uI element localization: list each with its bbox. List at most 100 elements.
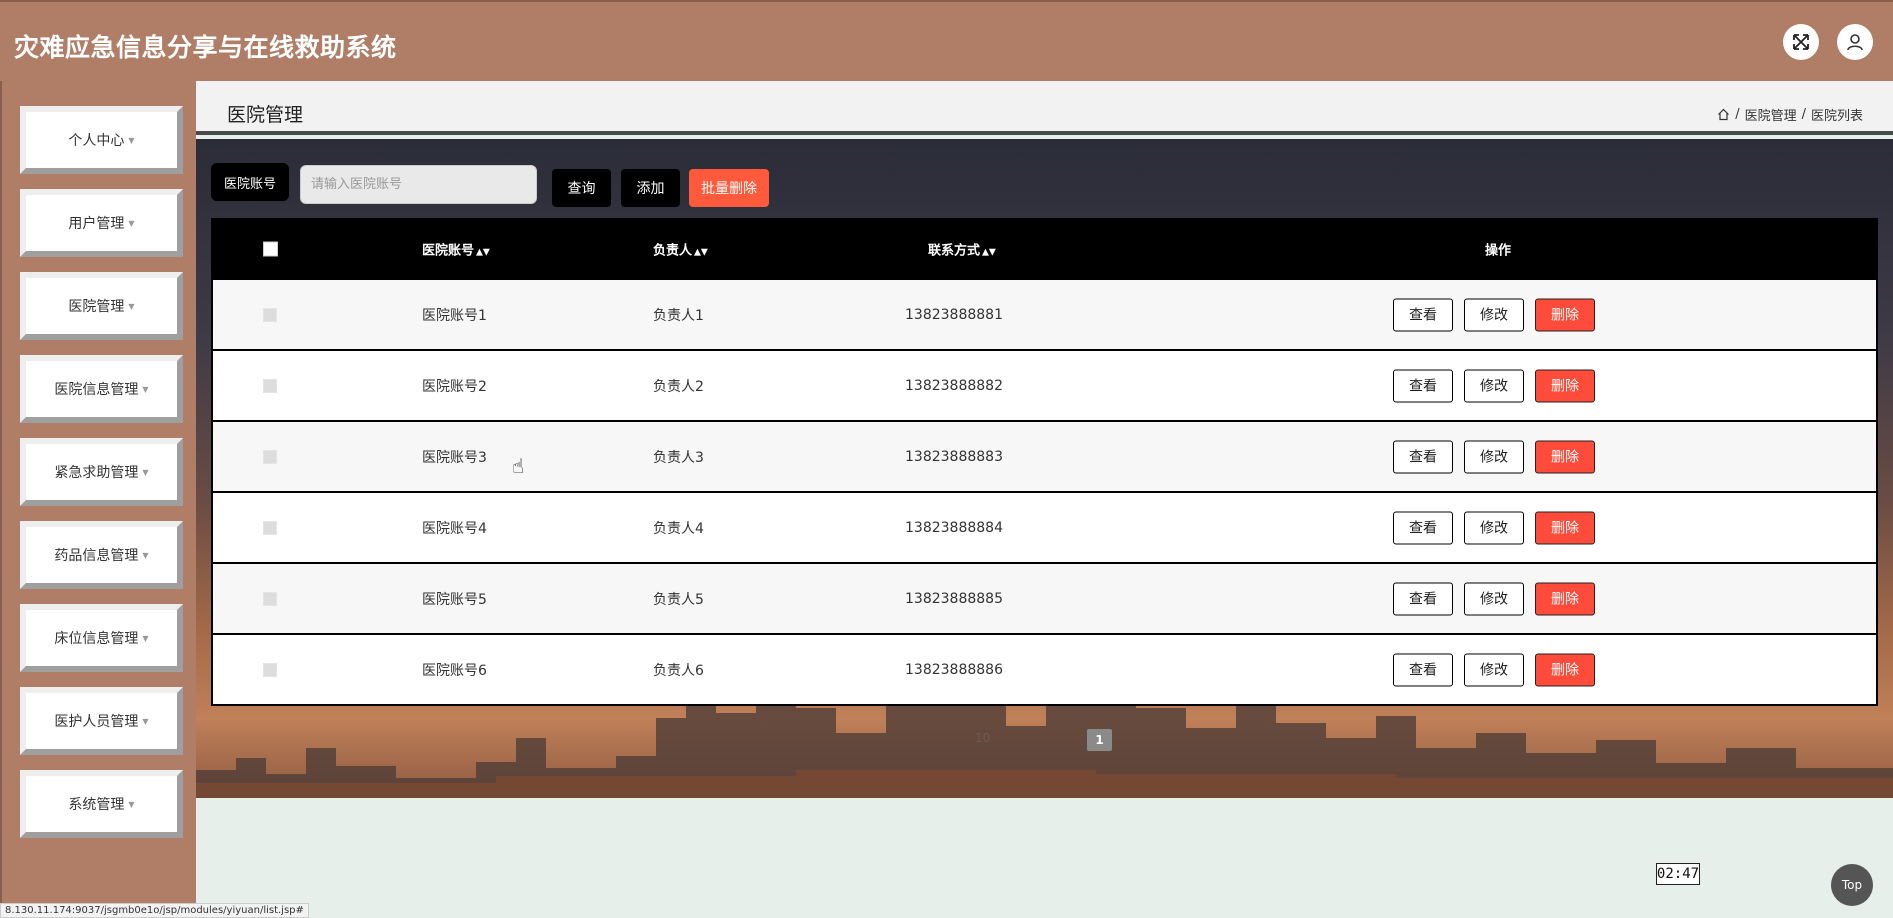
column-header-actions: 操作 [1485, 243, 1512, 259]
table-row: 医院账号5 负责人5 13823888885 查看 修改 删除 [213, 562, 1876, 633]
cell-phone: 13823888882 [905, 377, 1003, 394]
edit-button[interactable]: 修改 [1464, 298, 1524, 331]
edit-button[interactable]: 修改 [1464, 511, 1524, 544]
sidebar-item-medical-staff[interactable]: 医护人员管理 ▼ [20, 687, 183, 755]
chevron-down-icon: ▼ [128, 301, 135, 311]
table-row: 医院账号6 负责人6 13823888886 查看 修改 删除 [213, 633, 1876, 704]
hand-cursor-icon: ☝ [512, 454, 525, 478]
sidebar-item-beds[interactable]: 床位信息管理 ▼ [20, 604, 183, 672]
edit-button[interactable]: 修改 [1464, 369, 1524, 402]
app-title: 灾难应急信息分享与在线救助系统 [14, 33, 397, 62]
cell-owner: 负责人5 [653, 591, 704, 608]
view-button[interactable]: 查看 [1393, 440, 1453, 473]
page-title: 医院管理 [227, 104, 304, 126]
cell-account: 医院账号3 [422, 449, 487, 466]
view-button[interactable]: 查看 [1393, 298, 1453, 331]
table-row: 医院账号2 负责人2 13823888882 查看 修改 删除 [213, 349, 1876, 420]
sort-icon: ▲▼ [982, 247, 996, 258]
cell-phone: 13823888884 [905, 519, 1003, 536]
account-label: 医院账号 [211, 163, 289, 201]
delete-button[interactable]: 删除 [1535, 369, 1595, 402]
user-icon [1847, 34, 1863, 51]
sidebar: 个人中心 ▼ 用户管理 ▼ 医院管理 ▼ 医院信息管理 ▼ 紧急求助管理 ▼ 药品信息管理… [0, 81, 196, 918]
view-button[interactable]: 查看 [1393, 511, 1453, 544]
top-header: 灾难应急信息分享与在线救助系统 [0, 0, 1893, 81]
row-checkbox[interactable] [263, 662, 277, 677]
chevron-down-icon: ▼ [142, 467, 149, 477]
column-header-phone[interactable]: 联系方式 ▲▼ [928, 240, 996, 259]
cell-account: 医院账号2 [422, 378, 487, 395]
view-button[interactable]: 查看 [1393, 582, 1453, 615]
cell-phone: 13823888881 [905, 306, 1003, 323]
table-header: 医院账号 ▲▼ 负责人 ▲▼ 联系方式 ▲▼ 操作 [213, 220, 1876, 278]
delete-button[interactable]: 删除 [1535, 298, 1595, 331]
row-checkbox[interactable] [263, 520, 277, 535]
chevron-down-icon: ▼ [128, 799, 135, 809]
view-button[interactable]: 查看 [1393, 369, 1453, 402]
breadcrumb: / 医院管理 / 医院列表 [1717, 105, 1863, 124]
delete-button[interactable]: 删除 [1535, 440, 1595, 473]
pagination-page-current[interactable]: 1 [1087, 729, 1112, 751]
batch-delete-button[interactable]: 批量删除 [689, 169, 769, 207]
query-button[interactable]: 查询 [552, 169, 611, 207]
chevron-down-icon: ▼ [128, 135, 135, 145]
table-row: 医院账号1 负责人1 13823888881 查看 修改 删除 [213, 278, 1876, 349]
edit-button[interactable]: 修改 [1464, 653, 1524, 686]
page-size-select[interactable]: 10 [975, 731, 990, 745]
chevron-down-icon: ▼ [142, 716, 149, 726]
row-checkbox[interactable] [263, 449, 277, 464]
cell-phone: 13823888886 [905, 661, 1003, 678]
recording-timer: 02:47 [1656, 863, 1700, 885]
edit-button[interactable]: 修改 [1464, 440, 1524, 473]
cell-owner: 负责人3 [653, 449, 704, 466]
cell-owner: 负责人1 [653, 307, 704, 324]
breadcrumb-hospital-management[interactable]: 医院管理 [1745, 105, 1797, 124]
cell-account: 医院账号1 [422, 307, 487, 324]
cell-phone: 13823888885 [905, 590, 1003, 607]
user-menu-button[interactable] [1837, 24, 1873, 60]
column-header-owner[interactable]: 负责人 ▲▼ [653, 240, 708, 259]
chevron-down-icon: ▼ [142, 633, 149, 643]
chevron-down-icon: ▼ [142, 384, 149, 394]
cell-owner: 负责人4 [653, 520, 704, 537]
column-header-account[interactable]: 医院账号 ▲▼ [422, 240, 490, 259]
delete-button[interactable]: 删除 [1535, 582, 1595, 615]
account-search-input[interactable] [300, 165, 537, 204]
chevron-down-icon: ▼ [142, 550, 149, 560]
back-to-top-button[interactable]: Top [1831, 864, 1873, 906]
home-icon[interactable] [1717, 108, 1730, 121]
expand-icon [1793, 34, 1809, 50]
table-row: 医院账号4 负责人4 13823888884 查看 修改 删除 [213, 491, 1876, 562]
row-checkbox[interactable] [263, 378, 277, 393]
select-all-checkbox[interactable] [263, 241, 278, 257]
breadcrumb-hospital-list: 医院列表 [1810, 109, 1863, 124]
cell-account: 医院账号6 [422, 662, 487, 679]
row-checkbox[interactable] [263, 591, 277, 606]
sidebar-item-hospital-info[interactable]: 医院信息管理 ▼ [20, 355, 183, 423]
browser-status-url: 8.130.11.174:9037/jsgmb0e1o/jsp/modules/… [0, 903, 309, 918]
sidebar-item-user-management[interactable]: 用户管理 ▼ [20, 189, 183, 257]
sidebar-item-emergency[interactable]: 紧急求助管理 ▼ [20, 438, 183, 506]
sidebar-item-personal-center[interactable]: 个人中心 ▼ [20, 106, 183, 174]
cell-account: 医院账号4 [422, 520, 487, 537]
cell-owner: 负责人2 [653, 378, 704, 395]
cell-phone: 13823888883 [905, 448, 1003, 465]
sidebar-item-system[interactable]: 系统管理 ▼ [20, 770, 183, 838]
sidebar-item-medicine[interactable]: 药品信息管理 ▼ [20, 521, 183, 589]
row-checkbox[interactable] [263, 307, 277, 322]
delete-button[interactable]: 删除 [1535, 653, 1595, 686]
page-header: 医院管理 / 医院管理 / 医院列表 [196, 81, 1893, 135]
table-row: 医院账号3 负责人3 13823888883 查看 修改 删除 [213, 420, 1876, 491]
delete-button[interactable]: 删除 [1535, 511, 1595, 544]
fullscreen-button[interactable] [1783, 24, 1819, 60]
edit-button[interactable]: 修改 [1464, 582, 1524, 615]
add-button[interactable]: 添加 [621, 169, 680, 207]
view-button[interactable]: 查看 [1393, 653, 1453, 686]
cell-account: 医院账号5 [422, 591, 487, 608]
chevron-down-icon: ▼ [128, 218, 135, 228]
sort-icon: ▲▼ [476, 247, 490, 258]
sort-icon: ▲▼ [694, 247, 708, 258]
main-content: 医院管理 / 医院管理 / 医院列表 医院账号 查询 添加 批量删除 医院账号▲… [196, 81, 1893, 918]
hospital-table: 医院账号 ▲▼ 负责人 ▲▼ 联系方式 ▲▼ 操作 医院账号1 负责人1 138238… [211, 218, 1878, 706]
sidebar-item-hospital-management[interactable]: 医院管理 ▼ [20, 272, 183, 340]
